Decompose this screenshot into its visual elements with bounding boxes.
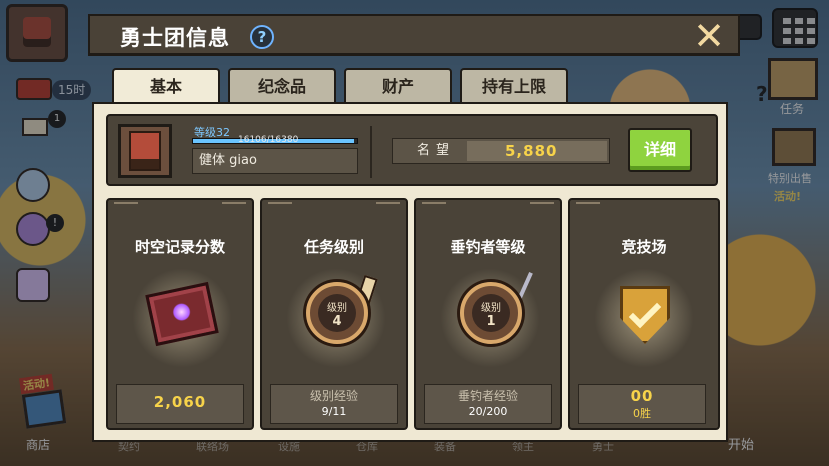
guild-info-modal: 勇士团信息 ? ✕ 基本 纪念品 财产 持有上限 等级32 16106/1638… bbox=[88, 14, 740, 446]
angler-medal-icon: 级别 1 bbox=[460, 282, 522, 344]
guild-name[interactable]: 健体 giao bbox=[192, 148, 358, 174]
task-exp-value: 9/11 bbox=[321, 405, 347, 418]
record-score-value: 2,060 bbox=[153, 393, 207, 411]
arena-wins: 0胜 bbox=[633, 407, 651, 420]
angler-exp-label: 垂钓者经验 bbox=[457, 389, 518, 403]
tab-souvenir[interactable]: 纪念品 bbox=[228, 68, 336, 104]
card-footer: 2,060 bbox=[116, 384, 244, 424]
card-title: 时空记录分数 bbox=[134, 238, 225, 256]
help-icon[interactable]: ? bbox=[250, 25, 274, 49]
tab-property[interactable]: 财产 bbox=[344, 68, 452, 104]
card-footer: 00 0胜 bbox=[578, 384, 706, 424]
card-arena[interactable]: 竞技场 00 0胜 bbox=[568, 198, 720, 430]
corner-deco bbox=[114, 202, 138, 212]
guild-avatar bbox=[118, 124, 172, 178]
medal-label: 级别 bbox=[327, 303, 347, 314]
card-task-level[interactable]: 任务级别 级别 4 级别经验 9/11 bbox=[260, 198, 408, 430]
task-exp-label: 级别经验 bbox=[309, 389, 358, 403]
tab-holding-limit[interactable]: 持有上限 bbox=[460, 68, 568, 104]
card-footer: 垂钓者经验 20/200 bbox=[424, 384, 552, 424]
card-title: 垂钓者等级 bbox=[450, 238, 526, 256]
corner-deco bbox=[222, 202, 246, 212]
reputation-box: 名望 5,880 bbox=[392, 138, 610, 164]
reputation-value-box: 5,880 bbox=[467, 141, 607, 161]
card-angler-level[interactable]: 垂钓者等级 级别 1 垂钓者经验 20/200 bbox=[414, 198, 562, 430]
profile-strip: 等级32 16106/16380 健体 giao 名望 5,880 详细 bbox=[106, 114, 718, 186]
task-medal-icon: 级别 4 bbox=[306, 282, 368, 344]
exp-text: 16106/16380 bbox=[238, 135, 299, 145]
corner-deco bbox=[268, 202, 292, 212]
modal-body: 等级32 16106/16380 健体 giao 名望 5,880 详细 时空记… bbox=[92, 102, 728, 442]
arena-value: 00 bbox=[630, 387, 654, 405]
angler-exp-value: 20/200 bbox=[468, 405, 508, 418]
card-time-record[interactable]: 时空记录分数 2,060 bbox=[106, 198, 254, 430]
medal-level: 4 bbox=[332, 314, 342, 329]
card-title: 任务级别 bbox=[303, 238, 364, 256]
card-title: 竞技场 bbox=[621, 238, 667, 256]
modal-header: 勇士团信息 ? ✕ bbox=[88, 14, 740, 56]
medal-inner: 级别 1 bbox=[472, 294, 510, 332]
reputation-label: 名望 bbox=[417, 143, 456, 158]
detail-button[interactable]: 详细 bbox=[628, 128, 692, 172]
corner-deco bbox=[376, 202, 400, 212]
corner-deco bbox=[530, 202, 554, 212]
medal-level: 1 bbox=[486, 314, 496, 329]
close-icon[interactable]: ✕ bbox=[692, 17, 726, 55]
card-footer: 级别经验 9/11 bbox=[270, 384, 398, 424]
tab-basic[interactable]: 基本 bbox=[112, 68, 220, 106]
corner-deco bbox=[422, 202, 446, 212]
modal-title: 勇士团信息 bbox=[120, 26, 230, 50]
medal-label: 级别 bbox=[481, 303, 501, 314]
divider bbox=[370, 126, 372, 178]
corner-deco bbox=[576, 202, 600, 212]
medal-inner: 级别 4 bbox=[318, 294, 356, 332]
reputation-value: 5,880 bbox=[505, 142, 558, 160]
